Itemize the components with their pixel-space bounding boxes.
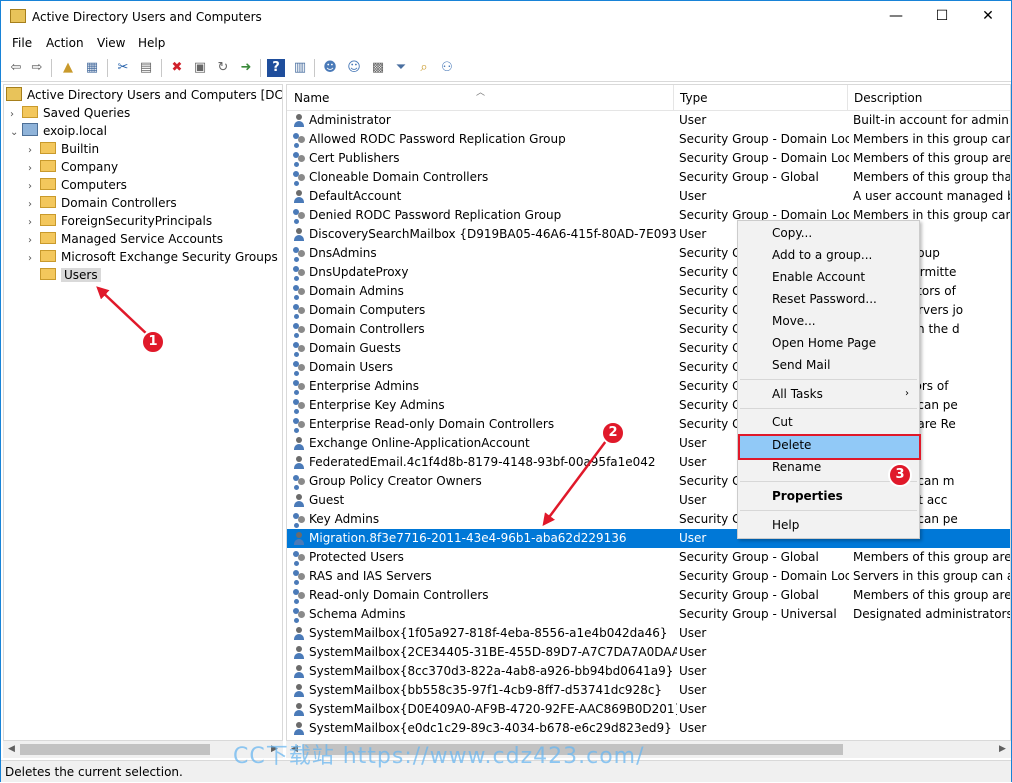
arrow-to-migration <box>542 440 608 527</box>
step-badge-1: 1 <box>141 330 165 354</box>
app-window: Active Directory Users and Computers — ☐… <box>0 0 1012 782</box>
step-badge-3: 3 <box>888 463 912 487</box>
arrow-to-users <box>96 286 150 337</box>
step-badge-2: 2 <box>601 421 625 445</box>
annotation-arrows <box>96 286 608 527</box>
watermark: CC下载站 https://www.cdz423.com/ <box>233 744 645 769</box>
